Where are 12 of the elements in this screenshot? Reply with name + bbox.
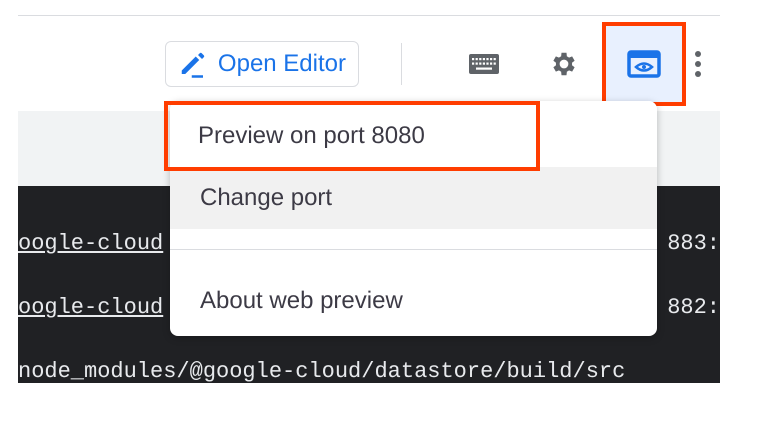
menu-item[interactable]: About web preview [170,270,657,332]
terminal-text: oogle-cloud [18,233,164,255]
terminal-text: node_modules/@google-cloud/datastore/build/src [18,361,626,383]
terminal-text: 882: [667,297,720,319]
web-preview-button[interactable] [606,26,682,102]
more-icon [694,50,702,78]
open-editor-button[interactable]: Open Editor [164,40,359,86]
menu-item[interactable]: Change port [170,167,657,229]
terminal-text: oogle-cloud [18,297,164,319]
web-preview-icon [627,50,661,78]
terminal-text: 883: [667,233,720,255]
keyboard-icon [468,52,500,74]
